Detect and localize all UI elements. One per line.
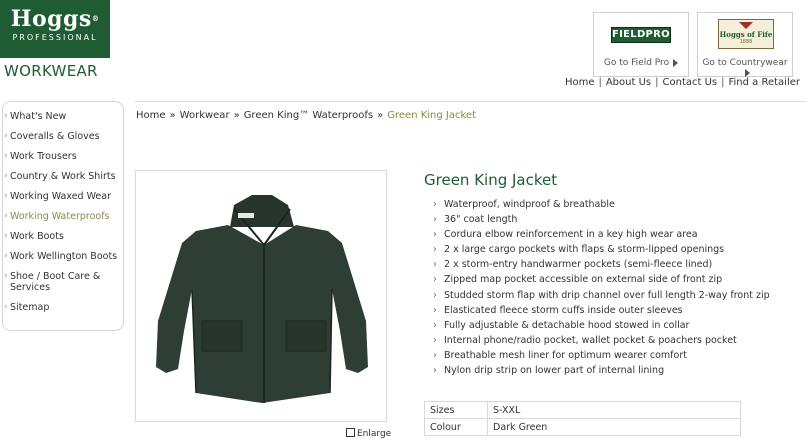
header-divider xyxy=(135,101,807,102)
jacket-image xyxy=(156,195,368,403)
spec-table: Sizes S-XXL Colour Dark Green xyxy=(424,401,741,436)
table-row: Colour Dark Green xyxy=(424,418,741,436)
fieldpro-link-box[interactable]: FIELDPRO Go to Field Pro xyxy=(593,12,689,77)
table-row: Sizes S-XXL xyxy=(424,401,741,419)
spec-value: S-XXL xyxy=(487,401,741,419)
countrywear-goto-link[interactable]: Go to Countrywear xyxy=(698,58,792,78)
sidebar-item-whats-new[interactable]: What's New xyxy=(3,111,123,122)
toplink-home[interactable]: Home xyxy=(565,77,595,88)
sidebar-item-shoe-boot-care[interactable]: Shoe / Boot Care & Services xyxy=(3,271,123,293)
toplink-find-retailer[interactable]: Find a Retailer xyxy=(729,77,801,88)
fieldpro-goto-link[interactable]: Go to Field Pro xyxy=(594,58,688,68)
fieldpro-logo: FIELDPRO xyxy=(611,27,671,43)
feature-item: 2 x large cargo pockets with flaps & sto… xyxy=(433,242,770,257)
product-title: Green King Jacket xyxy=(424,171,558,189)
sidebar-item-sitemap[interactable]: Sitemap xyxy=(3,302,123,313)
sidebar-item-work-wellington-boots[interactable]: Work Wellington Boots xyxy=(3,251,123,262)
sidebar-nav: What's New Coveralls & Gloves Work Trous… xyxy=(2,101,124,331)
logo-brand-name: Hoggs® xyxy=(10,6,100,32)
sidebar-item-work-boots[interactable]: Work Boots xyxy=(3,231,123,242)
feature-item: Waterproof, windproof & breathable xyxy=(433,197,770,212)
feature-item: 2 x storm-entry handwarmer pockets (semi… xyxy=(433,257,770,272)
feature-item: Fully adjustable & detachable hood stowe… xyxy=(433,318,770,333)
countrywear-link-box[interactable]: Hoggs of Fife 1888 Go to Countrywear xyxy=(697,12,793,77)
feature-item: Internal phone/radio pocket, wallet pock… xyxy=(433,333,770,348)
product-image-frame[interactable] xyxy=(135,170,387,422)
breadcrumb-green-king-waterproofs[interactable]: Green King™ Waterproofs xyxy=(244,110,373,121)
sidebar-item-country-work-shirts[interactable]: Country & Work Shirts xyxy=(3,171,123,182)
enlarge-link[interactable]: Enlarge xyxy=(346,428,391,439)
breadcrumb-home[interactable]: Home xyxy=(136,110,166,121)
feature-item: Breathable mesh liner for optimum wearer… xyxy=(433,348,770,363)
sidebar-item-coveralls-gloves[interactable]: Coveralls & Gloves xyxy=(3,131,123,142)
feature-item: Zipped map pocket accessible on external… xyxy=(433,272,770,287)
feature-item: 36" coat length xyxy=(433,212,770,227)
sidebar-item-working-waterproofs[interactable]: Working Waterproofs xyxy=(3,211,123,222)
arrow-right-icon xyxy=(744,68,750,77)
breadcrumb-current: Green King Jacket xyxy=(387,110,476,121)
hoggs-logo[interactable]: Hoggs® PROFESSIONAL xyxy=(0,0,110,58)
magnify-icon xyxy=(346,428,355,437)
feature-list: Waterproof, windproof & breathable 36" c… xyxy=(433,197,770,378)
breadcrumb-workwear[interactable]: Workwear xyxy=(180,110,230,121)
hoggs-of-fife-logo: Hoggs of Fife 1888 xyxy=(718,19,774,49)
section-title: WORKWEAR xyxy=(4,62,98,80)
feature-item: Elasticated fleece storm cuffs inside ou… xyxy=(433,303,770,318)
toplink-about-us[interactable]: About Us xyxy=(606,77,651,88)
toplink-contact-us[interactable]: Contact Us xyxy=(663,77,718,88)
sidebar-item-working-waxed-wear[interactable]: Working Waxed Wear xyxy=(3,191,123,202)
crest-icon xyxy=(739,22,753,29)
spec-value: Dark Green xyxy=(487,418,741,436)
feature-item: Nylon drip strip on lower part of intern… xyxy=(433,363,770,378)
logo-subtitle: PROFESSIONAL xyxy=(12,33,98,42)
sidebar-item-work-trousers[interactable]: Work Trousers xyxy=(3,151,123,162)
top-navigation: Home | About Us | Contact Us | Find a Retailer xyxy=(564,77,801,88)
breadcrumb: Home» Workwear» Green King™ Waterproofs» Gr… xyxy=(136,110,476,121)
feature-item: Studded storm flap with drip channel ove… xyxy=(433,288,770,303)
feature-item: Cordura elbow reinforcement in a key hig… xyxy=(433,227,770,242)
spec-key: Colour xyxy=(424,418,488,436)
spec-key: Sizes xyxy=(424,401,488,419)
arrow-right-icon xyxy=(673,58,679,67)
